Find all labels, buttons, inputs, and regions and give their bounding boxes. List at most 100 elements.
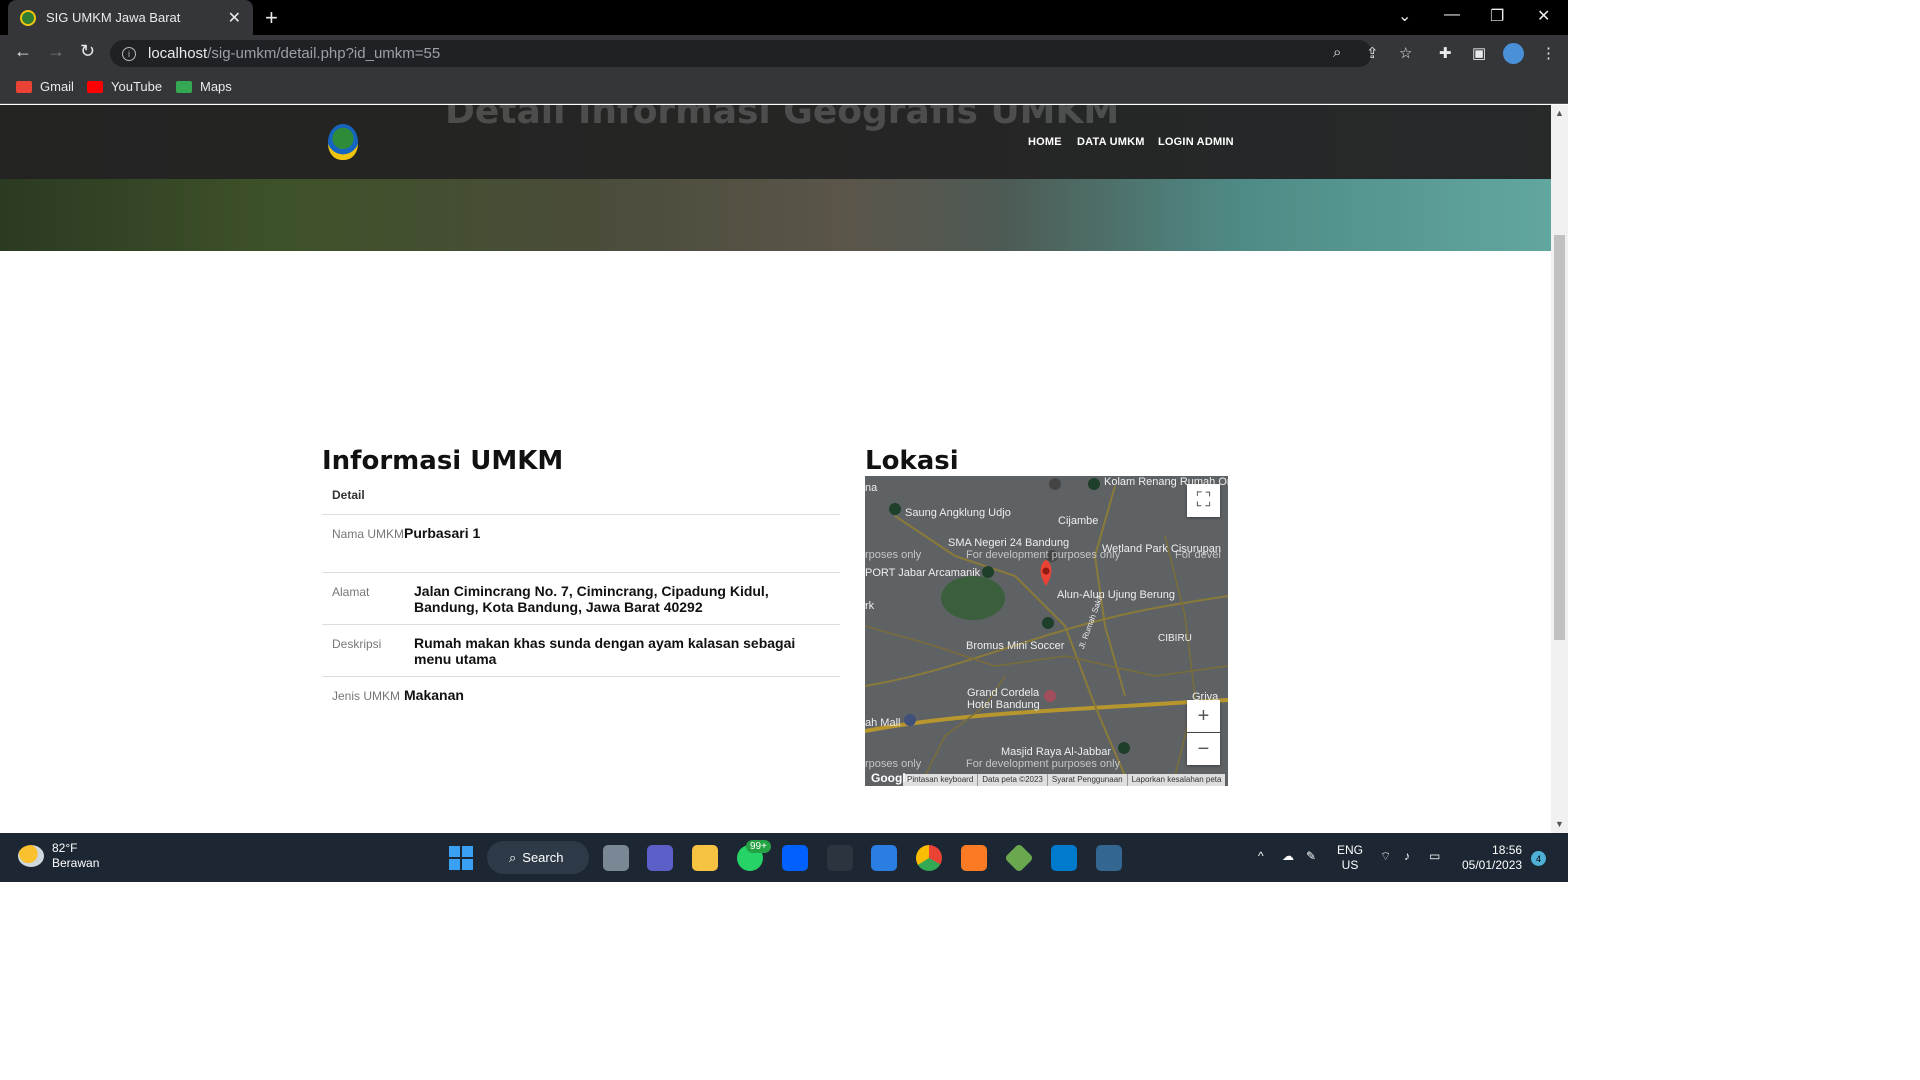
dropbox-icon[interactable] [782,845,808,871]
chrome-icon[interactable] [916,845,942,871]
location-map[interactable]: Kolam Renang Rumah Oma Opa Saung Angklun… [865,476,1228,786]
reload-icon[interactable]: ↻ [80,41,95,62]
lang-primary: ENG [1337,843,1364,857]
extensions-icon[interactable]: ✚ [1439,44,1452,62]
table-row: Deskripsi Rumah makan khas sunda dengan … [322,625,840,677]
postgres-icon[interactable] [1096,845,1122,871]
row-value: Jalan Cimincrang No. 7, Cimincrang, Cipa… [414,583,769,615]
windows-logo-icon [462,846,473,857]
cursor-app-icon[interactable] [827,845,853,871]
info-table: Detail Nama UMKM Purbasari 1 Alamat Jala… [322,481,840,735]
pen-icon[interactable]: ✎ [1306,849,1316,864]
notification-badge[interactable]: 4 [1531,851,1546,866]
fullscreen-button[interactable]: ⛶ [1187,484,1220,517]
menu-kebab-icon[interactable]: ⋮ [1541,44,1556,62]
table-row: Nama UMKM Purbasari 1 [322,515,840,573]
map-watermark: For development purposes only [966,549,1121,561]
partly-cloudy-icon [18,845,44,867]
scroll-up-icon[interactable]: ▲ [1555,108,1564,118]
site-favicon-icon [20,9,36,26]
restore-icon[interactable]: ❐ [1490,6,1504,26]
map-label-masjid: Masjid Raya Al-Jabbar [1001,746,1112,758]
nav-home[interactable]: HOME [1028,136,1062,148]
bookmark-label: YouTube [111,79,163,94]
map-label-na: na [865,482,878,494]
side-panel-icon[interactable]: ▣ [1472,44,1486,62]
map-label-alun: Alun-Alun Ujung Berung [1057,589,1176,601]
vscode-icon[interactable] [1051,845,1077,871]
map-label-bromus: Bromus Mini Soccer [966,640,1065,652]
search-icon: ⌕ [509,849,517,865]
table-header: Detail [322,481,840,515]
url-input[interactable]: i localhost/sig-umkm/detail.php?id_umkm=… [110,40,1372,67]
scrollbar-thumb[interactable] [1554,235,1565,640]
url-path: /sig-umkm/detail.php?id_umkm=55 [207,45,441,62]
keyboard-shortcuts-link[interactable]: Pintasan keyboard [903,774,977,786]
browser-tab[interactable]: SIG UMKM Jawa Barat ✕ [8,0,253,35]
battery-icon[interactable]: ▭ [1429,849,1440,864]
profile-avatar[interactable] [1503,43,1524,64]
share-icon[interactable]: ⇪ [1366,44,1379,62]
onedrive-icon[interactable]: ☁ [1282,849,1294,864]
table-row: Alamat Jalan Cimincrang No. 7, Cimincran… [322,573,840,625]
bookmark-gmail[interactable]: Gmail [16,79,74,94]
web-page: Detail Informasi Geografis UMKM HOME DAT… [0,105,1551,833]
task-view-icon[interactable] [603,845,629,871]
map-label-grand: Grand Cordela Hotel Bandung [967,687,1040,711]
table-row: Jenis UMKM Makanan [322,677,840,735]
bookmark-star-icon[interactable]: ☆ [1399,44,1412,62]
map-label-saung: Saung Angklung Udjo [905,507,1011,519]
map-label-rk: rk [865,600,875,612]
clock-time: 18:56 [1492,843,1523,857]
git-kraken-icon[interactable] [1004,843,1034,873]
weather-desc: Berawan [52,856,100,870]
report-error-link[interactable]: Laporkan kesalahan peta [1126,774,1226,786]
row-value: Rumah makan khas sunda dengan ayam kalas… [414,635,796,667]
tab-search-chevron-icon[interactable]: ⌄ [1398,6,1411,26]
language-indicator[interactable]: ENG US [1337,843,1363,873]
new-tab-button[interactable]: + [265,5,278,31]
page-scrollbar[interactable]: ▲ ▼ [1551,105,1568,833]
terms-link[interactable]: Syarat Penggunaan [1046,774,1127,786]
start-button[interactable] [449,846,473,870]
nav-data-umkm[interactable]: DATA UMKM [1077,136,1145,148]
wifi-icon[interactable]: ⌔ [1380,849,1391,864]
map-label-sma: SMA Negeri 24 Bandung [948,537,1070,549]
row-label: Deskripsi [332,637,382,651]
bookmarks-bar: Gmail YouTube Maps [0,71,1568,104]
minimize-icon[interactable]: — [1444,6,1460,24]
file-explorer-icon[interactable] [692,845,718,871]
zoom-out-button[interactable]: − [1187,733,1220,765]
windows-logo-icon [449,846,460,857]
tab-close-icon[interactable]: ✕ [228,8,241,28]
bookmark-youtube[interactable]: YouTube [87,79,162,94]
scroll-down-icon[interactable]: ▼ [1555,819,1564,829]
bookmark-maps[interactable]: Maps [176,79,232,94]
forward-icon[interactable]: → [47,41,65,62]
row-value: Makanan [404,687,464,703]
row-label: Jenis UMKM [332,689,401,703]
map-data-text: Data peta ©2023 [977,774,1047,786]
windows-taskbar: 82°F Berawan ⌕ Search 99+ ^ ☁ ✎ ENG US ⌔… [0,833,1568,882]
clock[interactable]: 18:56 05/01/2023 [1462,843,1522,873]
site-logo-icon[interactable] [328,124,358,160]
teams-chat-icon[interactable] [647,845,673,871]
tab-title: SIG UMKM Jawa Barat [46,10,181,25]
taskbar-search[interactable]: ⌕ Search [487,841,589,874]
nav-login-admin[interactable]: LOGIN ADMIN [1158,136,1234,148]
volume-icon[interactable]: ♪ [1404,849,1410,864]
site-info-icon[interactable]: i [122,46,136,61]
weather-widget[interactable]: 82°F Berawan [18,841,99,871]
close-window-icon[interactable]: ✕ [1537,6,1550,26]
map-label-cijambe: Cijambe [1058,515,1099,527]
youtube-icon [87,80,103,93]
map-watermark: For development purposes only [966,758,1121,770]
hero-banner: Detail Informasi Geografis UMKM HOME DAT… [0,105,1551,251]
back-icon[interactable]: ← [14,41,32,62]
zoom-in-button[interactable]: + [1187,700,1220,732]
zoom-icon[interactable]: ⌕ [1333,44,1341,61]
todo-icon[interactable] [871,845,897,871]
tray-overflow-icon[interactable]: ^ [1258,849,1264,864]
xampp-icon[interactable] [961,845,987,871]
map-watermark: For devel [1175,549,1221,561]
